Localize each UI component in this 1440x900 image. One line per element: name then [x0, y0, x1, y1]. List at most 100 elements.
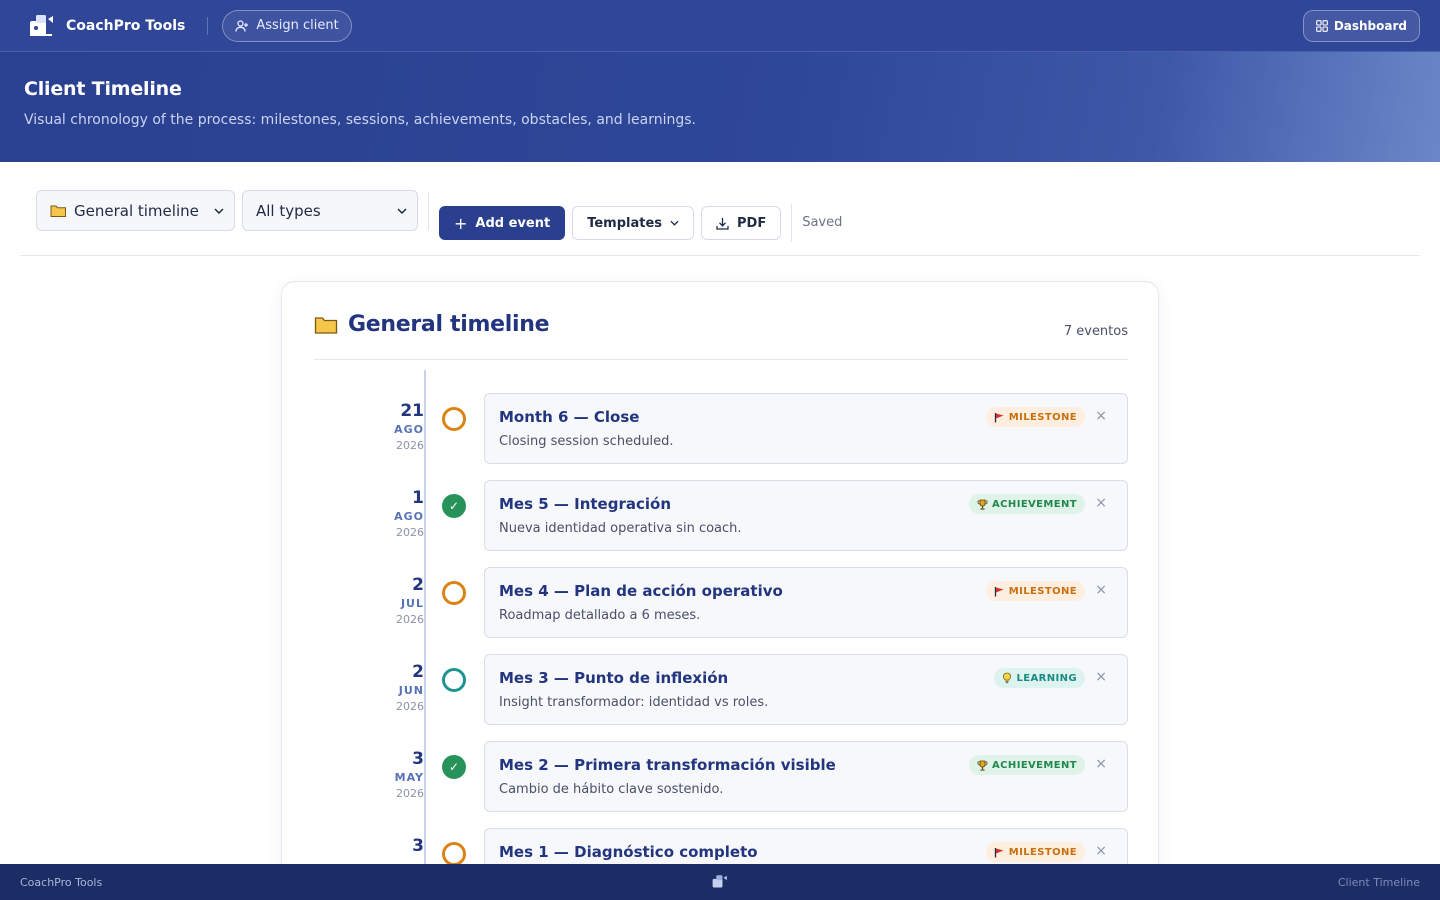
- dashboard-button[interactable]: Dashboard: [1302, 9, 1420, 42]
- templates-button[interactable]: Templates: [572, 206, 694, 240]
- event-title: Mes 1 — Diagnóstico completo: [499, 843, 758, 861]
- footer: CoachPro Tools Client Timeline: [0, 864, 1440, 900]
- brand[interactable]: CoachPro Tools: [28, 13, 185, 39]
- timeline-event: 2 JUN 2026 Mes 3 — Punto de inflexión Insigh…: [282, 654, 1160, 726]
- grid-icon: [1315, 19, 1328, 32]
- card-header: General timeline 7 eventos: [314, 312, 1128, 360]
- add-event-button[interactable]: + Add event: [439, 206, 566, 240]
- chevron-down-icon: [397, 207, 407, 214]
- pdf-label: PDF: [737, 215, 767, 231]
- delete-event-close-icon[interactable]: ×: [1095, 408, 1107, 424]
- timeline-select[interactable]: General timeline: [36, 190, 235, 231]
- status-pending-circle-icon[interactable]: [442, 842, 466, 866]
- status-pending-circle-icon[interactable]: [442, 581, 466, 605]
- page-subtitle: Visual chronology of the process: milest…: [24, 112, 696, 128]
- event-day: 2: [412, 662, 424, 682]
- event-date: 2 JUN 2026: [342, 662, 424, 713]
- timeline-event: 3 MAY 2026 ✓ Mes 2 — Primera transformación …: [282, 741, 1160, 813]
- user-plus-icon: [235, 19, 249, 32]
- event-type-label: MILESTONE: [1008, 585, 1077, 597]
- type-select[interactable]: All types: [242, 190, 418, 231]
- pdf-button[interactable]: PDF: [701, 206, 782, 240]
- event-card[interactable]: Mes 5 — Integración Nueva identidad opera…: [484, 480, 1128, 551]
- event-card[interactable]: Month 6 — Close Closing session scheduled…: [484, 393, 1128, 464]
- event-day: 21: [400, 401, 424, 421]
- event-type-badge: ACHIEVEMENT: [969, 755, 1085, 775]
- status-pending-circle-icon[interactable]: [442, 407, 466, 431]
- delete-event-close-icon[interactable]: ×: [1095, 582, 1107, 598]
- event-day: 2: [412, 575, 424, 595]
- event-month: AGO: [394, 510, 424, 523]
- timeline-select-value: General timeline: [74, 201, 199, 220]
- event-date: 3 MAY 2026: [342, 749, 424, 800]
- event-type-label: MILESTONE: [1008, 411, 1077, 423]
- event-type-label: ACHIEVEMENT: [992, 759, 1077, 771]
- folder-icon: [50, 205, 66, 217]
- event-description: Roadmap detallado a 6 meses.: [499, 608, 701, 623]
- delete-event-close-icon[interactable]: ×: [1095, 495, 1107, 511]
- event-type-badge: ACHIEVEMENT: [969, 494, 1085, 514]
- delete-event-close-icon[interactable]: ×: [1095, 843, 1107, 859]
- event-title: Month 6 — Close: [499, 408, 640, 426]
- trophy-icon: [977, 760, 988, 771]
- status-pending-circle-icon[interactable]: [442, 668, 466, 692]
- trophy-icon: [977, 499, 988, 510]
- event-count: 7 eventos: [1063, 324, 1128, 339]
- footer-brand: CoachPro Tools: [20, 875, 103, 889]
- brand-logo-icon: [712, 875, 727, 888]
- type-select-value: All types: [256, 201, 321, 220]
- event-month: MAY: [394, 771, 424, 784]
- brand-name: CoachPro Tools: [66, 17, 186, 34]
- event-card[interactable]: Mes 4 — Plan de acción operativo Roadmap …: [484, 567, 1128, 638]
- event-year: 2026: [396, 526, 424, 539]
- event-description: Insight transformador: identidad vs role…: [499, 695, 769, 710]
- event-title: Mes 2 — Primera transformación visible: [499, 756, 836, 774]
- plus-icon: +: [454, 213, 468, 233]
- flag-icon: [994, 847, 1005, 858]
- event-card[interactable]: Mes 3 — Punto de inflexión Insight transf…: [484, 654, 1128, 725]
- event-year: 2026: [396, 787, 424, 800]
- card-title-text: General timeline: [348, 312, 550, 337]
- event-type-label: MILESTONE: [1008, 846, 1077, 858]
- save-status: Saved: [802, 215, 843, 230]
- event-day: 1: [412, 488, 424, 508]
- event-year: 2026: [396, 700, 424, 713]
- event-card[interactable]: Mes 2 — Primera transformación visible Ca…: [484, 741, 1128, 812]
- chevron-down-icon: [670, 220, 679, 226]
- event-title: Mes 4 — Plan de acción operativo: [499, 582, 783, 600]
- event-type-badge: MILESTONE: [985, 842, 1085, 862]
- event-type-badge: MILESTONE: [985, 407, 1085, 427]
- delete-event-close-icon[interactable]: ×: [1095, 756, 1107, 772]
- event-date: 2 JUL 2026: [342, 575, 424, 626]
- timeline-event: 2 JUL 2026 Mes 4 — Plan de acción operativo…: [282, 567, 1160, 639]
- toolbar-divider: [791, 204, 793, 242]
- event-type-label: LEARNING: [1016, 672, 1077, 684]
- page-title: Client Timeline: [24, 78, 182, 100]
- status-done-check-icon[interactable]: ✓: [442, 494, 466, 518]
- status-done-check-icon[interactable]: ✓: [442, 755, 466, 779]
- timeline-event: 1 AGO 2026 ✓ Mes 5 — Integración Nueva identi…: [282, 480, 1160, 552]
- event-type-badge: LEARNING: [994, 668, 1085, 688]
- flag-icon: [994, 586, 1005, 597]
- event-day: 3: [412, 749, 424, 769]
- timeline-event: 21 AGO 2026 Month 6 — Close Closing session …: [282, 393, 1160, 465]
- timeline-card: General timeline 7 eventos 21 AGO 2026 Mont…: [281, 281, 1159, 900]
- event-date: 1 AGO 2026: [342, 488, 424, 539]
- top-bar: CoachPro Tools Assign client Dashboard: [0, 0, 1440, 52]
- event-year: 2026: [396, 439, 424, 452]
- flag-icon: [994, 412, 1005, 423]
- event-description: Nueva identidad operativa sin coach.: [499, 521, 742, 536]
- add-event-label: Add event: [475, 215, 551, 231]
- event-title: Mes 5 — Integración: [499, 495, 672, 513]
- event-month: JUN: [398, 684, 424, 697]
- page-header: Client Timeline Visual chronology of the…: [0, 52, 1440, 162]
- topbar-divider: [207, 16, 209, 35]
- delete-event-close-icon[interactable]: ×: [1095, 669, 1107, 685]
- download-icon: [716, 217, 729, 230]
- card-title: General timeline: [314, 312, 550, 337]
- event-day: 3: [412, 836, 424, 856]
- footer-page-name: Client Timeline: [1337, 875, 1420, 889]
- templates-label: Templates: [587, 215, 662, 231]
- event-type-label: ACHIEVEMENT: [992, 498, 1077, 510]
- assign-client-button[interactable]: Assign client: [222, 9, 352, 42]
